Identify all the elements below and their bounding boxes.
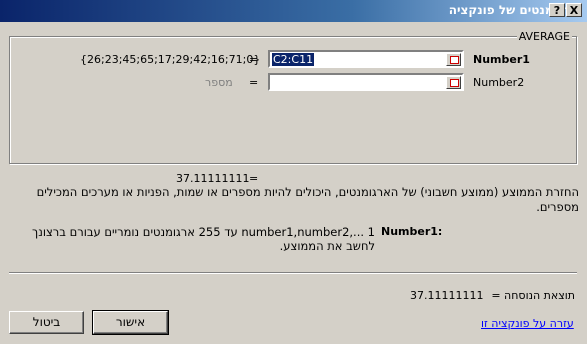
separator: [9, 272, 577, 274]
arg-label-number1: Number1: [473, 53, 530, 66]
ok-button[interactable]: אישור: [92, 310, 169, 335]
title-bar: ארגומנטים של פונקציה ? X: [0, 0, 587, 22]
formula-result-value: 37.11111111: [410, 289, 484, 302]
function-name: AVERAGE: [516, 30, 572, 43]
number1-value: C2:C11: [272, 53, 315, 66]
cancel-button[interactable]: ביטול: [9, 311, 84, 334]
number1-input[interactable]: C2:C11: [268, 50, 464, 68]
formula-result-label: תוצאת הנוסחה =: [491, 289, 575, 302]
arg-help-name: Number1:: [381, 225, 443, 238]
number1-result: {26;23;45;65;17;29;42;16;71;0}: [80, 53, 261, 66]
arg-help-text: number1,number2,... 1 עד 255 ארגומנטים נ…: [32, 225, 375, 253]
number2-result: מספר: [205, 76, 233, 89]
collapse-dialog-icon[interactable]: [446, 53, 461, 66]
function-description: החזרת הממוצע (ממוצע חשבוני) של הארגומנטי…: [36, 185, 579, 214]
arg-label-number2: Number2: [473, 76, 525, 89]
help-link[interactable]: עזרה על פונקציה זו: [481, 317, 574, 330]
function-result: 37.11111111: [176, 172, 250, 185]
collapse-dialog-icon[interactable]: [446, 76, 461, 89]
equals-sign: =: [249, 76, 259, 89]
number2-input[interactable]: [268, 73, 464, 91]
close-button[interactable]: X: [566, 3, 582, 17]
equals-sign: =: [249, 172, 259, 185]
help-button[interactable]: ?: [549, 3, 565, 17]
